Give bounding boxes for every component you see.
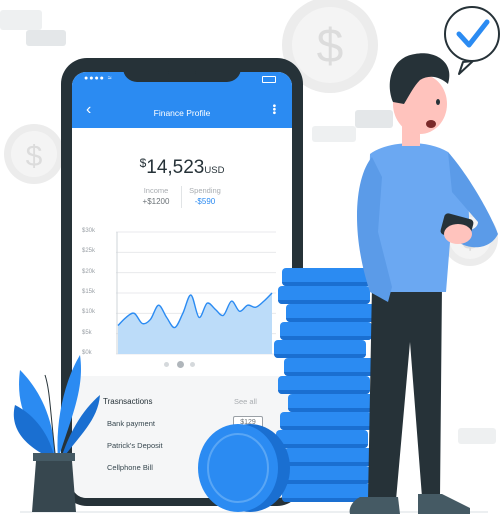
more-options-icon[interactable]: ••• [268, 104, 279, 115]
page-dot[interactable] [190, 362, 195, 367]
plant-pot [32, 453, 76, 512]
person-hand [444, 224, 472, 244]
page-dot[interactable] [164, 362, 169, 367]
chart-pagination [164, 361, 204, 369]
see-all-link[interactable]: See all [234, 397, 257, 406]
y-tick-label: $15k [82, 289, 96, 295]
illustration-scene: $ $ $ ‹ Finance Profile ••• $14,523USD I… [0, 0, 501, 518]
person-pants [368, 285, 442, 500]
transaction-label[interactable]: Patrick's Deposit [107, 441, 163, 450]
transactions-title: Trasnsactions [103, 397, 153, 406]
person-eye [436, 99, 440, 105]
y-tick-label: $25k [82, 248, 96, 255]
balance-display: $14,523USD [72, 156, 292, 179]
phone-notch [123, 58, 241, 82]
person-shoe [349, 497, 400, 514]
check-bubble-icon [444, 6, 500, 75]
page-dot[interactable] [177, 361, 184, 368]
dollar-coin-bg-icon: $ [4, 124, 64, 184]
transaction-label[interactable]: Cellphone Bill [107, 463, 153, 472]
bg-block [0, 10, 42, 30]
y-tick-label: $5k [82, 329, 92, 336]
finance-chart [116, 231, 276, 355]
y-tick-label: $20k [82, 268, 96, 275]
person-shoe [418, 494, 470, 514]
person-mouth [426, 120, 436, 128]
app-title: Finance Profile [153, 108, 211, 118]
bg-block [26, 30, 66, 46]
plant-leaves [13, 355, 100, 463]
spending-value: -$590 [194, 197, 216, 206]
balance-amount: 14,523 [146, 157, 205, 178]
balance-currency-code: USD [204, 165, 225, 176]
transaction-label[interactable]: Bank payment [107, 419, 155, 428]
phone-speaker [168, 71, 196, 74]
y-tick-label: $10k [82, 309, 96, 316]
spending-label: Spending [189, 186, 221, 195]
plant-illustration [13, 355, 100, 512]
battery-icon [262, 76, 276, 83]
y-tick-label: $30k [82, 228, 96, 234]
svg-text:$: $ [26, 140, 43, 173]
person-illustration [349, 6, 500, 514]
signal-icon: ●●●● ≈ [84, 75, 113, 82]
coin-front [198, 424, 290, 512]
